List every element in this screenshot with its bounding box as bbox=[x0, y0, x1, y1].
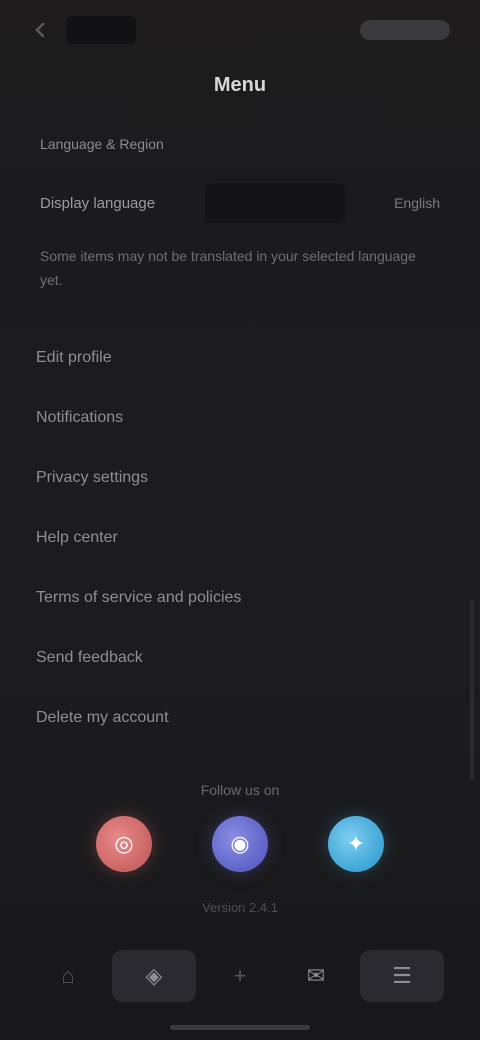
menu-item-label: Send feedback bbox=[36, 649, 143, 666]
menu-item-edit-profile[interactable]: Edit profile bbox=[0, 328, 480, 388]
menu-item-feedback[interactable]: Send feedback bbox=[0, 628, 480, 688]
language-selector-value: English bbox=[394, 195, 440, 211]
back-arrow-icon[interactable] bbox=[30, 19, 52, 41]
menu-screen: Menu Language & Region Display language … bbox=[0, 0, 480, 1040]
language-dropdown[interactable] bbox=[204, 183, 345, 223]
nav-menu[interactable]: ☰ bbox=[360, 950, 444, 1002]
menu-item-notifications[interactable]: Notifications bbox=[0, 388, 480, 448]
translation-notice: Some items may not be translated in your… bbox=[40, 248, 416, 288]
page-title: Menu bbox=[213, 74, 267, 96]
social-links: ◎ ◉ ✦ bbox=[0, 816, 480, 872]
nav-home[interactable]: ⌂ bbox=[36, 950, 100, 1002]
menu-item-label: Help center bbox=[36, 529, 118, 546]
instagram-glyph: ◎ bbox=[114, 831, 134, 856]
nav-create[interactable]: + bbox=[208, 950, 272, 1002]
discord-glyph: ◉ bbox=[230, 831, 250, 856]
top-bar-right bbox=[360, 20, 450, 40]
section-label: Language & Region bbox=[40, 136, 164, 152]
status-indicators bbox=[360, 20, 450, 40]
home-indicator[interactable] bbox=[170, 1025, 310, 1030]
menu-item-label: Edit profile bbox=[36, 349, 112, 366]
menu-item-privacy[interactable]: Privacy settings bbox=[0, 448, 480, 508]
menu-item-label: Privacy settings bbox=[36, 469, 149, 486]
menu-item-label: Notifications bbox=[36, 409, 124, 426]
language-selector-row[interactable]: Display language English bbox=[30, 180, 450, 226]
nav-explore[interactable]: ◈ bbox=[112, 950, 196, 1002]
follow-us-label: Follow us on bbox=[200, 782, 280, 798]
menu-item-label: Delete my account bbox=[36, 709, 169, 726]
app-logo-icon bbox=[66, 16, 136, 44]
discord-icon[interactable]: ◉ bbox=[212, 816, 268, 872]
menu-item-delete-account[interactable]: Delete my account bbox=[0, 688, 480, 748]
menu-item-help[interactable]: Help center bbox=[0, 508, 480, 568]
back-arrow-glyph bbox=[35, 22, 45, 38]
nav-inbox[interactable]: ✉ bbox=[284, 950, 348, 1002]
create-icon: + bbox=[233, 963, 247, 988]
scrollbar[interactable] bbox=[470, 600, 474, 780]
explore-icon: ◈ bbox=[145, 963, 163, 988]
language-selector-label: Display language bbox=[40, 194, 156, 212]
menu-item-label: Terms of service and policies bbox=[36, 589, 242, 606]
menu-list: Edit profile Notifications Privacy setti… bbox=[0, 328, 480, 748]
twitter-glyph: ✦ bbox=[346, 831, 366, 856]
menu-item-terms[interactable]: Terms of service and policies bbox=[0, 568, 480, 628]
menu-icon: ☰ bbox=[392, 963, 412, 988]
inbox-icon: ✉ bbox=[306, 963, 326, 988]
top-bar-left bbox=[30, 16, 136, 44]
home-icon: ⌂ bbox=[61, 963, 75, 988]
instagram-icon[interactable]: ◎ bbox=[96, 816, 152, 872]
bottom-navigation: ⌂ ◈ + ✉ ☰ bbox=[0, 940, 480, 1012]
app-version: Version 2.4.1 bbox=[202, 900, 278, 915]
top-bar bbox=[30, 12, 450, 48]
twitter-icon[interactable]: ✦ bbox=[328, 816, 384, 872]
